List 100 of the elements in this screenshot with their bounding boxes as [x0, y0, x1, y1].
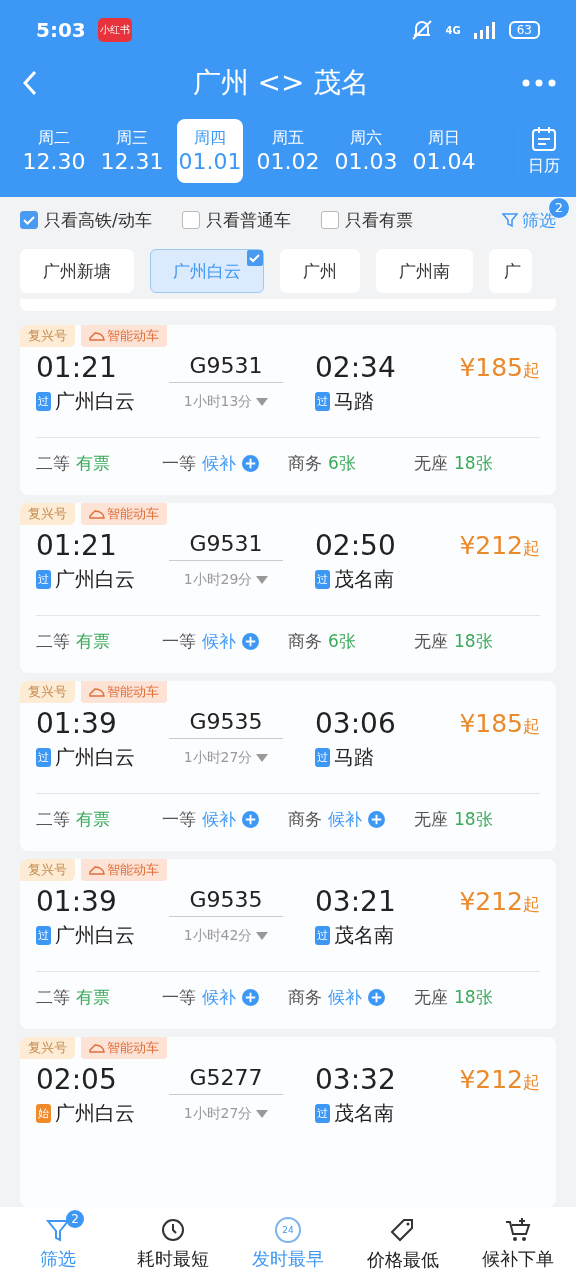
train-icon — [89, 509, 105, 519]
train-tag: 智能动车 — [81, 325, 167, 347]
station-badge: 过 — [36, 926, 51, 945]
seat-status: 6张 — [328, 452, 356, 475]
sort-tab[interactable]: 耗时最短 — [115, 1215, 231, 1272]
train-number: G9531 — [169, 352, 283, 383]
duration[interactable]: 1小时13分 — [161, 392, 291, 411]
seat-status: 候补 — [328, 986, 362, 1009]
date-tab[interactable]: 周五 01.02 — [250, 119, 326, 183]
seat-status: 有票 — [76, 808, 110, 831]
sort-tab[interactable]: 候补下单 — [460, 1215, 576, 1272]
train-icon — [89, 687, 105, 697]
station-chip[interactable]: 广州 — [280, 249, 360, 293]
seat-class: 商务 — [288, 808, 322, 831]
seat-class: 二等 — [36, 808, 70, 831]
check-icon — [247, 250, 263, 266]
departure-station: 广州白云 — [55, 1100, 135, 1127]
seat-status: 候补 — [328, 808, 362, 831]
checkbox[interactable] — [20, 211, 38, 229]
network-label: 4G — [445, 24, 461, 36]
train-card[interactable]: 复兴号 智能动车 01:39 G9535 03:06 ¥185起 过 广州白云 1小时27分 过 马踏 二等 有票 一等 候补 商务 候补 无座 18张 — [20, 681, 556, 851]
dropdown-icon — [256, 575, 269, 584]
seat-class: 商务 — [288, 630, 322, 653]
seat-status: 候补 — [202, 630, 236, 653]
add-icon[interactable] — [242, 811, 259, 828]
train-tag: 复兴号 — [20, 325, 75, 347]
seat-class: 商务 — [288, 986, 322, 1009]
seat-class: 一等 — [162, 808, 196, 831]
departure-station: 广州白云 — [55, 566, 135, 593]
seat-class: 商务 — [288, 452, 322, 475]
add-icon[interactable] — [242, 989, 259, 1006]
add-icon[interactable] — [242, 455, 259, 472]
dropdown-icon — [256, 397, 269, 406]
dropdown-icon — [256, 1109, 269, 1118]
seat-class: 无座 — [414, 452, 448, 475]
date-tab[interactable]: 周日 01.04 — [406, 119, 482, 183]
checkbox[interactable] — [181, 211, 200, 229]
train-card[interactable]: 复兴号 智能动车 01:39 G9535 03:21 ¥212起 过 广州白云 1小时42分 过 茂名南 二等 有票 一等 候补 商务 候补 无座 18张 — [20, 859, 556, 1029]
arrival-time: 02:50 — [314, 529, 397, 562]
filter-option[interactable]: 只看高铁/动车 — [20, 208, 152, 232]
train-tag: 智能动车 — [81, 681, 167, 703]
date-tab[interactable]: 周四 01.01 — [177, 119, 243, 183]
seat-class: 二等 — [36, 452, 70, 475]
arrival-time: 02:34 — [314, 351, 397, 384]
station-badge: 过 — [315, 392, 330, 411]
station-badge: 过 — [315, 748, 330, 767]
dropdown-icon — [256, 753, 269, 762]
station-badge: 始 — [36, 1104, 51, 1123]
more-icon[interactable] — [522, 78, 556, 87]
price: ¥212起 — [458, 1065, 540, 1094]
price: ¥185起 — [458, 353, 540, 382]
add-icon[interactable] — [242, 633, 259, 650]
train-card[interactable]: 复兴号 智能动车 01:21 G9531 02:34 ¥185起 过 广州白云 1小时13分 过 马踏 二等 有票 一等 候补 商务 6张 无座 18张 — [20, 325, 556, 495]
filter-option[interactable]: 只看有票 — [320, 208, 413, 232]
dropdown-icon — [256, 931, 269, 940]
price: ¥185起 — [458, 709, 540, 738]
station-badge: 过 — [36, 570, 51, 589]
station-chip[interactable]: 广 — [489, 249, 532, 293]
sort-tab[interactable]: 24 发时最早 — [230, 1215, 346, 1272]
checkbox[interactable] — [320, 211, 339, 229]
count-badge: 2 — [66, 1209, 84, 1228]
duration[interactable]: 1小时29分 — [161, 570, 291, 589]
train-tag: 复兴号 — [20, 1037, 75, 1059]
departure-station: 广州白云 — [55, 388, 135, 415]
station-chip[interactable]: 广州南 — [376, 249, 473, 293]
train-number: G9535 — [169, 708, 283, 739]
duration[interactable]: 1小时42分 — [161, 926, 291, 945]
arrival-time: 03:21 — [314, 885, 397, 918]
train-number: G5277 — [169, 1064, 283, 1095]
route-title: 广州 <> 茂名 — [191, 64, 371, 101]
station-chip[interactable]: 广州白云 — [150, 249, 264, 293]
seat-class: 一等 — [162, 986, 196, 1009]
train-card[interactable]: 复兴号 智能动车 02:05 G5277 03:32 ¥212起 始 广州白云 1小时27分 过 茂名南 — [20, 1037, 556, 1207]
seat-status: 6张 — [328, 630, 356, 653]
station-badge: 过 — [315, 926, 330, 945]
train-tag: 智能动车 — [81, 503, 167, 525]
seat-status: 18张 — [454, 452, 493, 475]
station-chip[interactable]: 广州新塘 — [20, 249, 134, 293]
train-card[interactable]: 复兴号 智能动车 01:21 G9531 02:50 ¥212起 过 广州白云 1小时29分 过 茂名南 二等 有票 一等 候补 商务 6张 无座 18张 — [20, 503, 556, 673]
sort-tab[interactable]: 价格最低 — [345, 1214, 461, 1273]
add-icon[interactable] — [368, 989, 385, 1006]
arrival-station: 茂名南 — [334, 1100, 394, 1127]
train-icon — [89, 1043, 105, 1053]
train-icon — [89, 865, 105, 875]
arrival-station: 茂名南 — [334, 566, 394, 593]
date-tab[interactable]: 周二 12.30 — [16, 119, 92, 183]
station-badge: 过 — [315, 1104, 330, 1123]
date-tab[interactable]: 周三 12.31 — [94, 119, 170, 183]
train-number: G9531 — [169, 530, 283, 561]
seat-class: 无座 — [414, 986, 448, 1009]
calendar-button[interactable]: 日历 — [513, 124, 566, 178]
duration[interactable]: 1小时27分 — [161, 1104, 291, 1123]
arrival-time: 03:32 — [314, 1063, 397, 1096]
battery-level: 63 — [508, 21, 540, 39]
seat-class: 无座 — [414, 630, 448, 653]
add-icon[interactable] — [368, 811, 385, 828]
filter-option[interactable]: 只看普通车 — [181, 208, 291, 232]
duration[interactable]: 1小时27分 — [161, 748, 291, 767]
date-tab[interactable]: 周六 01.03 — [328, 119, 404, 183]
seat-class: 一等 — [162, 630, 196, 653]
